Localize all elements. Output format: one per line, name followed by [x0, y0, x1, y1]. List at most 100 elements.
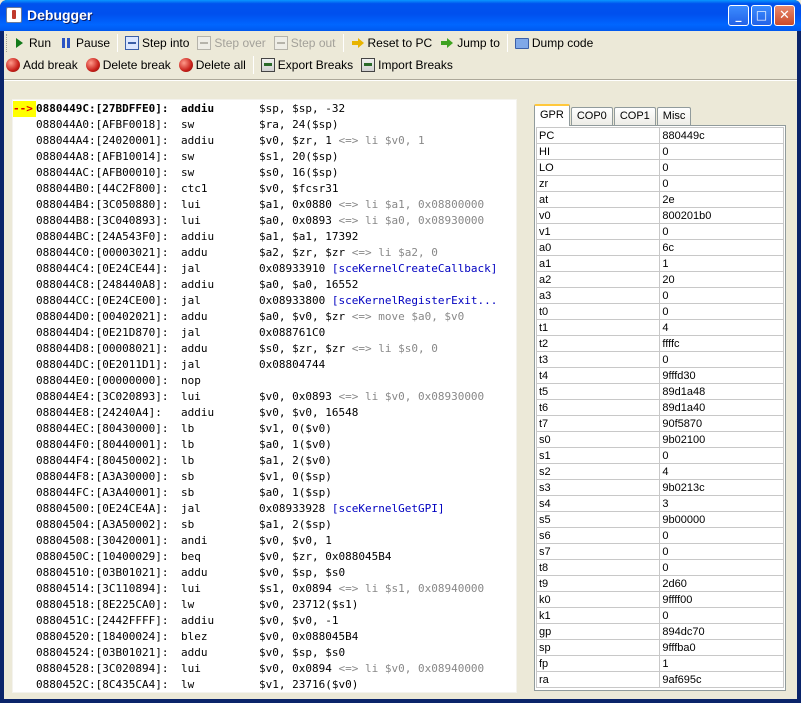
register-value[interactable]: ffffc [659, 335, 784, 352]
register-value[interactable]: 90f5870 [659, 415, 784, 432]
register-row[interactable]: s2 4 [535, 463, 784, 480]
register-value[interactable]: 9af695c [659, 671, 784, 688]
register-value[interactable]: 2e [659, 191, 784, 208]
register-value[interactable]: 0 [659, 223, 784, 240]
disasm-line[interactable]: 08804514:[3C110894]: lui $s1, 0x0894 <=> l… [13, 581, 516, 597]
tab-cop0[interactable]: COP0 [570, 107, 613, 126]
register-row[interactable]: PC 880449c [535, 127, 784, 144]
register-row[interactable]: s0 9b02100 [535, 431, 784, 448]
disasm-line[interactable]: 08804504:[A3A50002]: sb $a1, 2($sp) [13, 517, 516, 533]
register-value[interactable]: 0 [659, 143, 784, 160]
register-row[interactable]: t2 ffffc [535, 335, 784, 352]
disasm-line[interactable]: 088044A8:[AFB10014]: sw $s1, 20($sp) [13, 149, 516, 165]
title-bar[interactable]: Debugger _ □ ✕ [0, 0, 801, 31]
register-value[interactable]: 9b00000 [659, 511, 784, 528]
register-row[interactable]: a1 1 [535, 255, 784, 272]
register-row[interactable]: k0 9ffff00 [535, 591, 784, 608]
step-over-button[interactable]: Step over [193, 32, 269, 54]
disasm-line[interactable]: 0880452C:[8C435CA4]: lw $v1, 23716($v0) [13, 677, 516, 692]
disasm-line[interactable]: 088044E0:[00000000]: nop [13, 373, 516, 389]
register-row[interactable]: s1 0 [535, 447, 784, 464]
register-row[interactable]: t3 0 [535, 351, 784, 368]
register-row[interactable]: t5 89d1a48 [535, 383, 784, 400]
register-row[interactable]: LO 0 [535, 159, 784, 176]
register-value[interactable]: 89d1a48 [659, 383, 784, 400]
jump-to-button[interactable]: Jump to [436, 32, 504, 54]
disasm-line[interactable]: 088044BC:[24A543F0]: addiu $a1, $a1, 17392 [13, 229, 516, 245]
step-into-button[interactable]: Step into [121, 32, 193, 54]
register-row[interactable]: s7 0 [535, 543, 784, 560]
delete-all-button[interactable]: Delete all [175, 54, 250, 76]
disasm-line[interactable]: 0880451C:[2442FFFF]: addiu $v0, $v0, -1 [13, 613, 516, 629]
register-value[interactable]: 4 [659, 319, 784, 336]
disasm-line[interactable]: 0880450C:[10400029]: beq $v0, $zr, 0x08804… [13, 549, 516, 565]
disasm-line[interactable]: 088044C0:[00003021]: addu $a2, $zr, $zr <=… [13, 245, 516, 261]
disasm-line[interactable]: 088044F0:[80440001]: lb $a0, 1($v0) [13, 437, 516, 453]
register-value[interactable]: 89d1a40 [659, 399, 784, 416]
register-row[interactable]: t7 90f5870 [535, 415, 784, 432]
disasm-line[interactable]: 088044B4:[3C050880]: lui $a1, 0x0880 <=> l… [13, 197, 516, 213]
register-row[interactable]: t9 2d60 [535, 575, 784, 592]
register-row[interactable]: s4 3 [535, 495, 784, 512]
tab-gpr[interactable]: GPR [534, 104, 570, 126]
disasm-line-current[interactable]: --> 0880449C:[27BDFFE0]: addiu $sp, $sp, -3… [13, 101, 516, 117]
disasm-line[interactable]: 088044F8:[A3A30000]: sb $v1, 0($sp) [13, 469, 516, 485]
disasm-line[interactable]: 088044B8:[3C040893]: lui $a0, 0x0893 <=> l… [13, 213, 516, 229]
disasm-line[interactable]: 08804528:[3C020894]: lui $v0, 0x0894 <=> l… [13, 661, 516, 677]
tab-cop1[interactable]: COP1 [613, 107, 656, 126]
register-value[interactable]: 0 [659, 447, 784, 464]
maximize-button[interactable]: □ [751, 5, 772, 26]
register-row[interactable]: s6 0 [535, 527, 784, 544]
pause-button[interactable]: Pause [55, 32, 114, 54]
register-row[interactable]: s3 9b0213c [535, 479, 784, 496]
register-row[interactable]: s5 9b00000 [535, 511, 784, 528]
register-row[interactable]: t1 4 [535, 319, 784, 336]
register-row[interactable]: t0 0 [535, 303, 784, 320]
tab-misc[interactable]: Misc [656, 107, 692, 126]
disasm-line[interactable]: 088044D8:[00008021]: addu $s0, $zr, $zr <=… [13, 341, 516, 357]
register-value[interactable]: 1 [659, 255, 784, 272]
disasm-line[interactable]: 088044AC:[AFB00010]: sw $s0, 16($sp) [13, 165, 516, 181]
register-value[interactable]: 0 [659, 303, 784, 320]
disasm-line[interactable]: 088044F4:[80450002]: lb $a1, 2($v0) [13, 453, 516, 469]
delete-break-button[interactable]: Delete break [82, 54, 175, 76]
dump-code-button[interactable]: Dump code [511, 32, 597, 54]
register-row[interactable]: gp 894dc70 [535, 623, 784, 640]
disasm-line[interactable]: 088044D4:[0E21D870]: jal 0x088761C0 [13, 325, 516, 341]
disasm-line[interactable]: 088044E8:[24240A4]: addiu $v0, $v0, 16548 [13, 405, 516, 421]
reset-to-pc-button[interactable]: Reset to PC [347, 32, 437, 54]
disasm-line[interactable]: 088044FC:[A3A40001]: sb $a0, 1($sp) [13, 485, 516, 501]
register-row[interactable]: v0 800201b0 [535, 207, 784, 224]
register-row[interactable]: a2 20 [535, 271, 784, 288]
register-value[interactable]: 20 [659, 271, 784, 288]
register-value[interactable]: 0 [659, 559, 784, 576]
disasm-line[interactable]: 088044EC:[80430000]: lb $v1, 0($v0) [13, 421, 516, 437]
register-value[interactable]: 0 [659, 543, 784, 560]
register-row[interactable]: zr 0 [535, 175, 784, 192]
register-row[interactable]: a0 6c [535, 239, 784, 256]
import-breaks-button[interactable]: Import Breaks [357, 54, 457, 76]
register-value[interactable]: 9fffd30 [659, 367, 784, 384]
register-value[interactable]: 800201b0 [659, 207, 784, 224]
register-value[interactable]: 0 [659, 287, 784, 304]
disasm-line[interactable]: 088044C4:[0E24CE44]: jal 0x08933910 [sceKe… [13, 261, 516, 277]
register-row[interactable]: v1 0 [535, 223, 784, 240]
register-value[interactable]: 6c [659, 239, 784, 256]
register-row[interactable]: sp 9fffba0 [535, 639, 784, 656]
register-row[interactable]: fp 1 [535, 655, 784, 672]
disasm-line[interactable]: 08804524:[03B01021]: addu $v0, $sp, $s0 [13, 645, 516, 661]
register-value[interactable]: 9ffff00 [659, 591, 784, 608]
register-value[interactable]: 894dc70 [659, 623, 784, 640]
register-value[interactable]: 3 [659, 495, 784, 512]
register-row[interactable]: k1 0 [535, 607, 784, 624]
register-value[interactable]: 0 [659, 351, 784, 368]
register-value[interactable]: 9b02100 [659, 431, 784, 448]
disasm-line[interactable]: 08804508:[30420001]: andi $v0, $v0, 1 [13, 533, 516, 549]
add-break-button[interactable]: Add break [4, 54, 82, 76]
register-value[interactable]: 0 [659, 527, 784, 544]
register-value[interactable]: 1 [659, 655, 784, 672]
register-row[interactable]: t6 89d1a40 [535, 399, 784, 416]
register-value[interactable]: 0 [659, 175, 784, 192]
register-row[interactable]: at 2e [535, 191, 784, 208]
disasm-line[interactable]: 08804500:[0E24CE4A]: jal 0x08933928 [sceKe… [13, 501, 516, 517]
